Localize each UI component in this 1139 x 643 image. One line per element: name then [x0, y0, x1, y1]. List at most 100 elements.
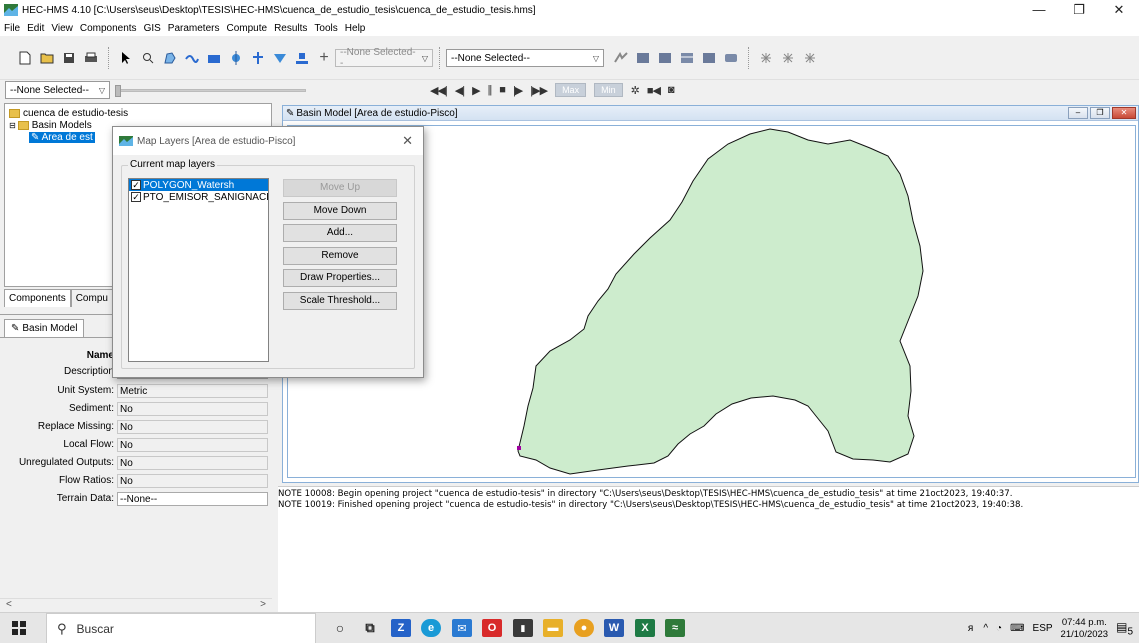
grid-globe-icon[interactable] [780, 50, 796, 66]
summary-table-icon[interactable] [679, 50, 695, 66]
maximize-button[interactable]: ❐ [1059, 0, 1099, 20]
people-icon[interactable]: ᴙ [968, 623, 973, 634]
max-button[interactable]: Max [555, 83, 587, 97]
min-button[interactable]: Min [594, 83, 623, 97]
menu-file[interactable]: File [4, 23, 20, 34]
menu-help[interactable]: Help [345, 23, 366, 34]
new-file-icon[interactable] [17, 50, 33, 66]
step-back-icon[interactable]: ◀| [455, 84, 465, 97]
prop-replace-missing-field[interactable]: No [117, 419, 268, 434]
grid-globe-icon[interactable] [758, 50, 774, 66]
remove-layer-button[interactable]: Remove [283, 247, 397, 265]
global-summary-icon[interactable] [635, 50, 651, 66]
horizontal-scrollbar[interactable]: < > [0, 598, 272, 612]
menu-results[interactable]: Results [274, 23, 307, 34]
skip-forward-icon[interactable]: |▶▶ [530, 84, 548, 97]
layer-checkbox[interactable]: ✓ [131, 192, 141, 202]
menu-components[interactable]: Components [80, 23, 137, 34]
scroll-left-icon[interactable]: < [6, 599, 12, 610]
tab-basin-model[interactable]: ✎ Basin Model [4, 319, 85, 337]
prop-terrain-data-select[interactable]: --None-- [117, 491, 268, 506]
mail-icon[interactable]: ✉ [452, 619, 472, 637]
layer-item-point[interactable]: ✓ PTO_EMISOR_SANIGNACI [129, 191, 268, 203]
outlet-point[interactable] [517, 446, 521, 450]
gear-icon[interactable]: ✲ [631, 84, 640, 97]
excel-icon[interactable]: X [635, 619, 655, 637]
arrow-tool-icon[interactable] [118, 50, 134, 66]
camera-icon[interactable]: ◙ [668, 84, 675, 96]
run-selector[interactable]: --None Selected-- ▽ [446, 49, 604, 67]
play-icon[interactable]: ▶ [472, 84, 481, 97]
menu-compute[interactable]: Compute [226, 23, 267, 34]
compute-icon[interactable] [613, 50, 629, 66]
chrome-icon[interactable]: ● [574, 619, 594, 637]
layer-item-polygon[interactable]: ✓ POLYGON_Watersh [129, 179, 268, 191]
prop-local-flow-field[interactable]: No [117, 437, 268, 452]
element-selector[interactable]: --None Selected-- ▽ [335, 47, 433, 69]
time-slider-thumb[interactable] [115, 84, 121, 97]
dialog-close-icon[interactable]: ✕ [402, 133, 413, 149]
prop-sediment-field[interactable]: No [117, 401, 268, 416]
terminal-app-icon[interactable]: ▮ [513, 619, 533, 637]
network-icon[interactable]: ◔ [996, 623, 1002, 634]
cortana-icon[interactable]: ○ [330, 619, 350, 637]
notification-icon[interactable]: ▤5 [1116, 620, 1133, 637]
time-window-selector[interactable]: --None Selected-- ▽ [5, 81, 110, 99]
tab-compute[interactable]: Compu [70, 289, 113, 307]
internal-close-button[interactable]: ✕ [1112, 107, 1136, 119]
plus-icon[interactable]: + [316, 49, 332, 66]
grid-globe-icon[interactable] [802, 50, 818, 66]
print-icon[interactable] [83, 50, 99, 66]
chevron-up-icon[interactable]: ^ [983, 623, 988, 634]
results-icon[interactable] [723, 50, 739, 66]
menu-parameters[interactable]: Parameters [168, 23, 220, 34]
minimize-button[interactable]: — [1019, 0, 1059, 20]
open-folder-icon[interactable] [39, 50, 55, 66]
stop-icon[interactable]: ■ [499, 84, 506, 96]
scroll-right-icon[interactable]: > [260, 599, 266, 610]
scale-threshold-button[interactable]: Scale Threshold... [283, 292, 397, 310]
sink-tool-icon[interactable] [294, 50, 310, 66]
file-explorer-icon[interactable]: ▬ [543, 619, 563, 637]
prop-unregulated-outputs-field[interactable]: No [117, 455, 268, 470]
watershed-polygon[interactable] [517, 128, 924, 475]
junction-tool-icon[interactable] [228, 50, 244, 66]
system-clock[interactable]: 07:44 p.m. 21/10/2023 [1061, 617, 1109, 641]
layer-checkbox[interactable]: ✓ [131, 180, 141, 190]
step-forward-icon[interactable]: |▶ [513, 84, 523, 97]
time-slider[interactable] [115, 84, 306, 97]
layer-list[interactable]: ✓ POLYGON_Watersh ✓ PTO_EMISOR_SANIGNACI [128, 178, 269, 362]
zoom-app-icon[interactable]: Z [391, 619, 411, 637]
keyboard-icon[interactable]: ⌨ [1010, 623, 1024, 634]
edge-browser-icon[interactable]: e [421, 619, 441, 637]
diversion-tool-icon[interactable] [250, 50, 266, 66]
internal-minimize-button[interactable]: – [1068, 107, 1088, 119]
internal-restore-button[interactable]: ❐ [1090, 107, 1110, 119]
draw-properties-button[interactable]: Draw Properties... [283, 269, 397, 287]
add-layer-button[interactable]: Add... [283, 224, 397, 242]
taskbar-search[interactable]: ⚲ Buscar [46, 613, 316, 643]
reach-tool-icon[interactable] [184, 50, 200, 66]
prop-unit-system-field[interactable]: Metric [117, 383, 268, 398]
video-camera-icon[interactable]: ■◀ [647, 84, 661, 97]
skip-back-icon[interactable]: ◀◀| [430, 84, 448, 97]
input-language[interactable]: ESP [1033, 623, 1053, 634]
element-graph-icon[interactable] [657, 50, 673, 66]
pause-icon[interactable]: || [488, 84, 493, 96]
hec-hms-taskbar-icon[interactable]: ≈ [665, 619, 685, 637]
zoom-tool-icon[interactable] [140, 50, 156, 66]
move-up-button[interactable]: Move Up [283, 179, 397, 197]
opera-icon[interactable]: O [482, 619, 502, 637]
save-icon[interactable] [61, 50, 77, 66]
prop-flow-ratios-field[interactable]: No [117, 473, 268, 488]
source-tool-icon[interactable] [272, 50, 288, 66]
word-icon[interactable]: W [604, 619, 624, 637]
windows-start-icon[interactable] [12, 621, 26, 635]
menu-gis[interactable]: GIS [144, 23, 161, 34]
task-view-icon[interactable]: ⧉ [360, 619, 380, 637]
tab-components[interactable]: Components [4, 289, 71, 307]
move-down-button[interactable]: Move Down [283, 202, 397, 220]
close-button[interactable]: ✕ [1099, 0, 1139, 20]
menu-tools[interactable]: Tools [314, 23, 337, 34]
menu-edit[interactable]: Edit [27, 23, 44, 34]
